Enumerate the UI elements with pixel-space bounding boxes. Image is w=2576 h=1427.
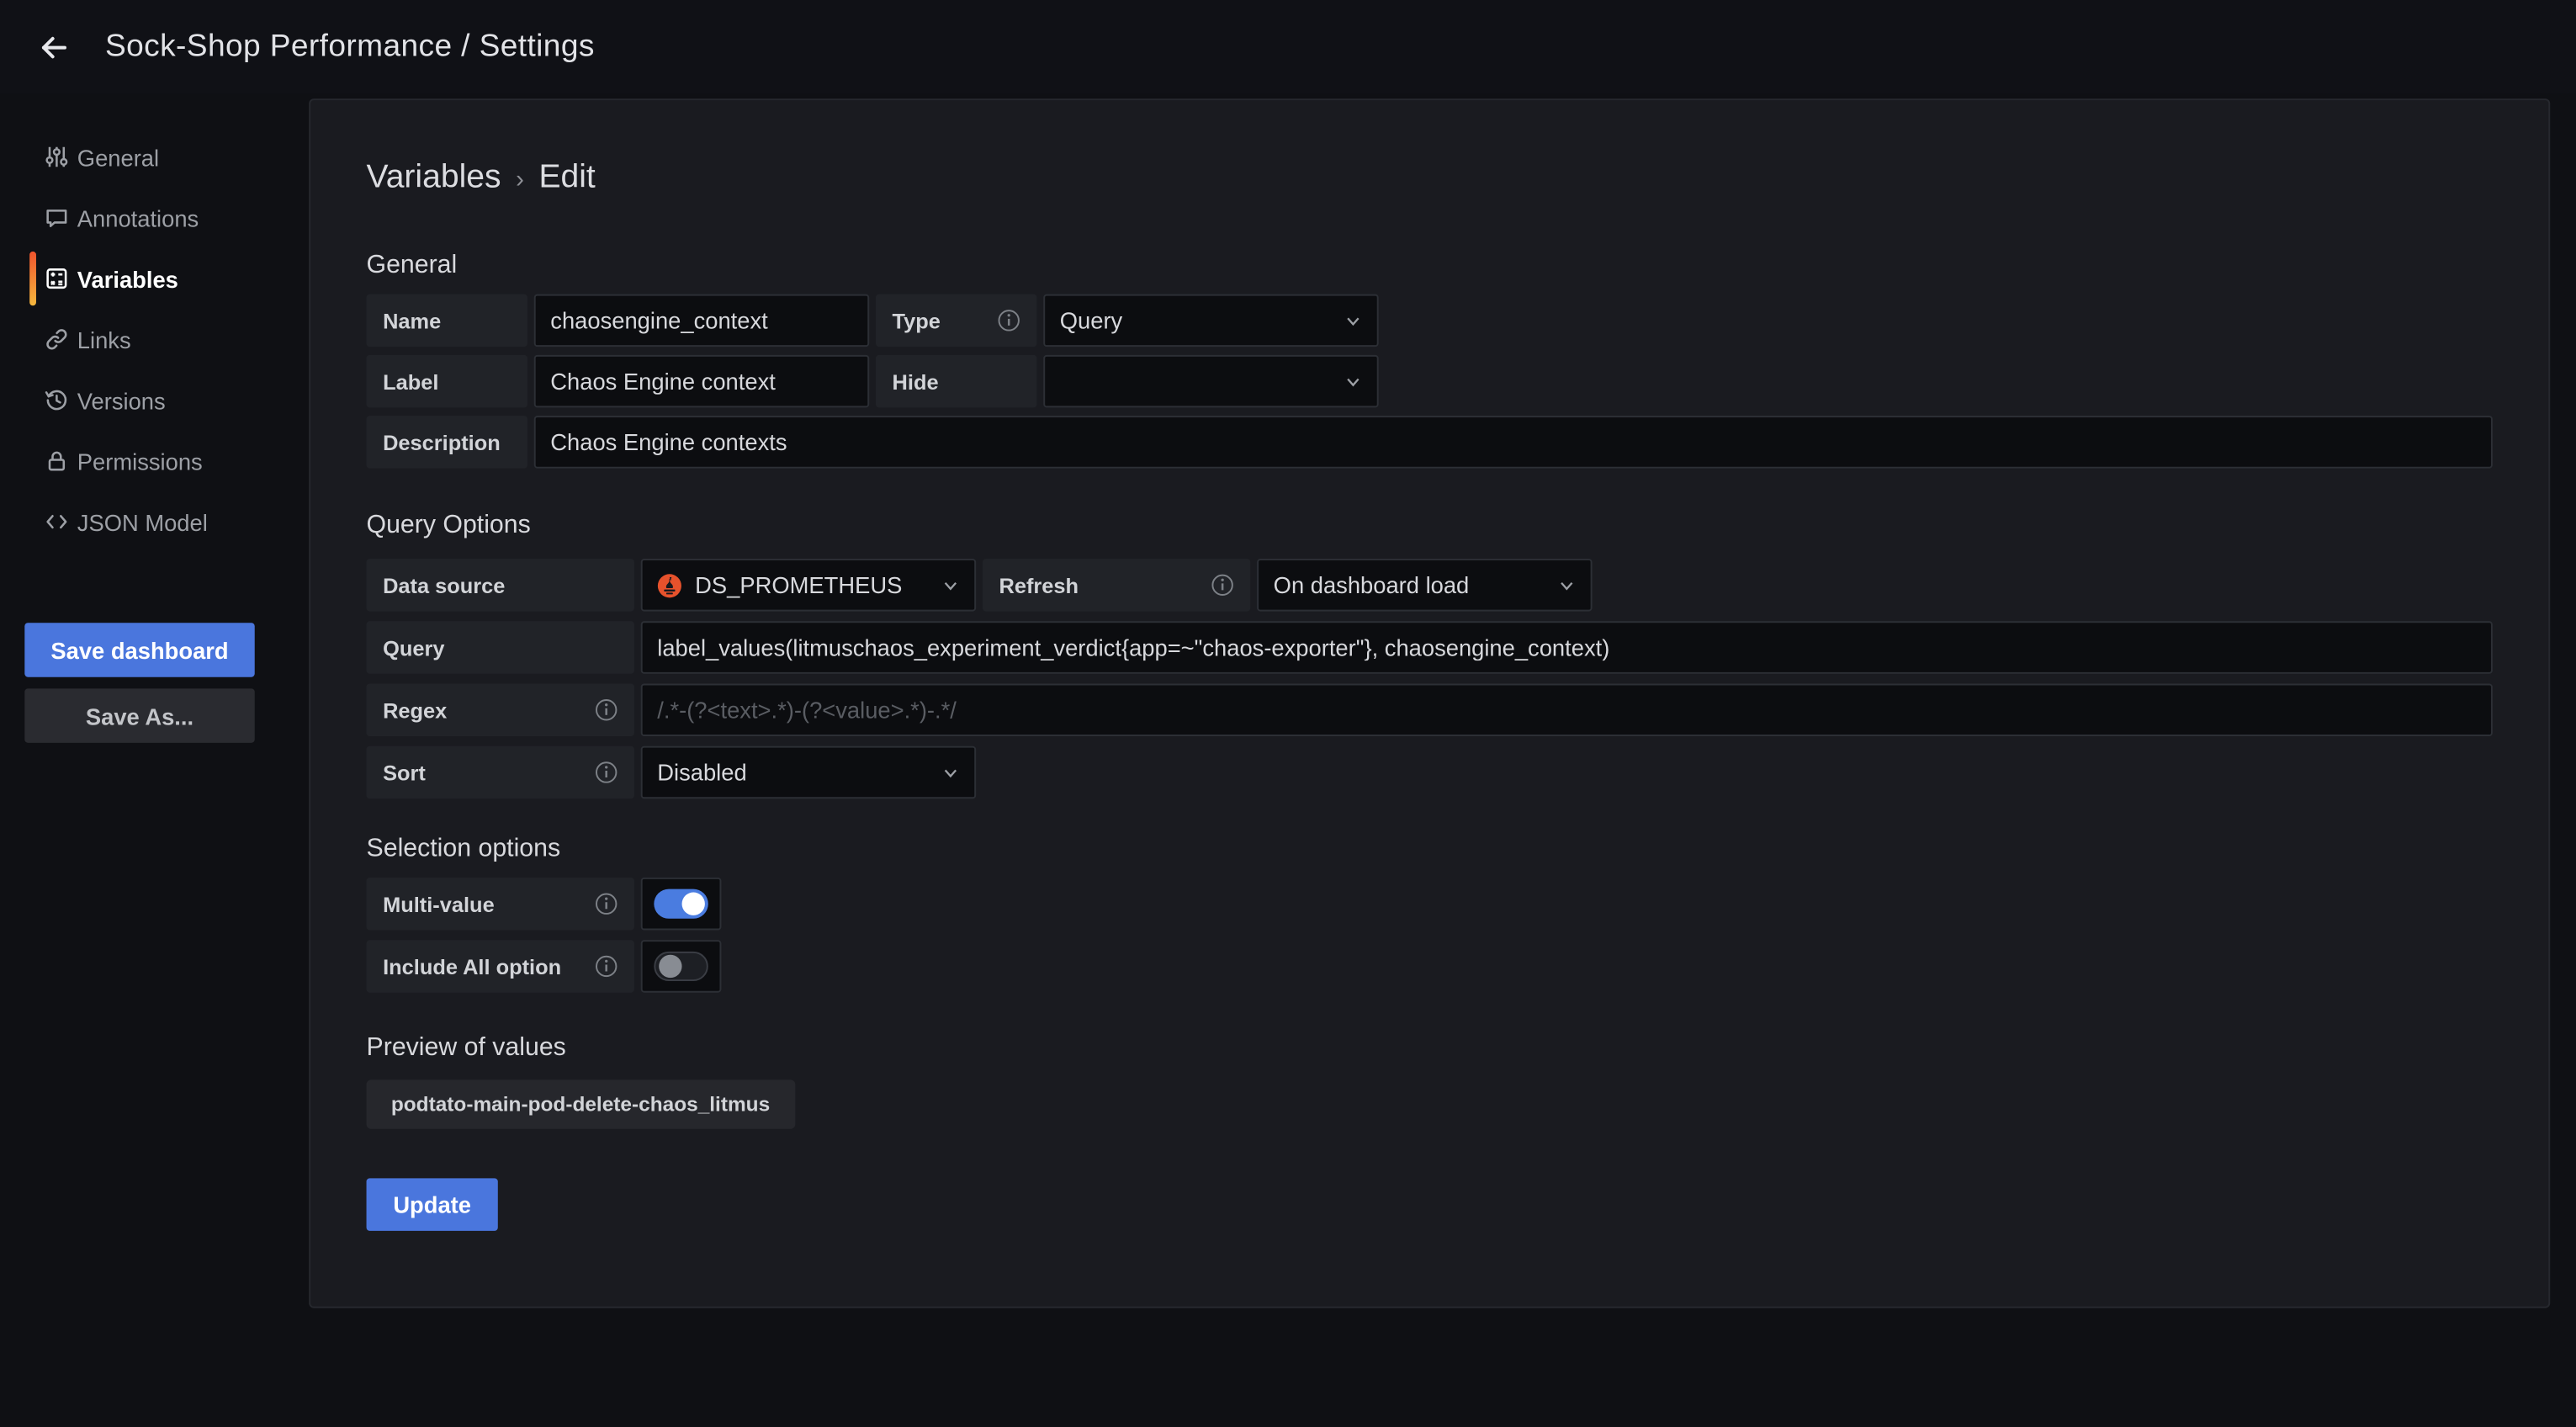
query-label: Query [367,621,634,674]
type-label: Type [876,294,1036,347]
toggle-switch [654,952,708,981]
sidebar-item-label: General [77,144,159,170]
grafana-settings-page: Sock-Shop Performance / Settings General… [0,0,2576,1427]
info-icon[interactable] [1201,574,1234,597]
selection-options-heading: Selection options [367,835,2493,864]
update-button[interactable]: Update [367,1178,498,1231]
prometheus-icon [657,573,681,597]
multi-value-label: Multi-value [367,878,634,931]
sidebar-item-links[interactable]: Links [0,309,309,369]
selection-options-form: Multi-value Include All option [367,878,2493,993]
sort-select[interactable]: Disabled [641,746,976,799]
calculator-icon [45,266,69,290]
sidebar-item-label: Permissions [77,448,203,474]
preview-heading: Preview of values [367,1034,2493,1064]
toggle-switch [654,889,708,919]
query-options-form: Data source DS_PROMETHEUS Refresh On das… [367,559,2493,798]
regex-label: Regex [367,684,634,737]
sidebar-item-label: JSON Model [77,508,208,534]
save-dashboard-button[interactable]: Save dashboard [24,623,254,676]
type-select[interactable]: Query [1043,294,1378,347]
hide-select[interactable] [1043,355,1378,408]
multi-value-toggle[interactable] [641,878,722,931]
info-icon[interactable] [988,309,1020,332]
sort-label: Sort [367,746,634,799]
sidebar-item-permissions[interactable]: Permissions [0,431,309,491]
chevron-down-icon [941,576,959,594]
preview-values: podtato-main-pod-delete-chaos_litmus [367,1080,2493,1129]
include-all-label: Include All option [367,940,634,993]
sidebar-item-json-model[interactable]: JSON Model [0,491,309,552]
sidebar-item-variables[interactable]: Variables [0,248,309,309]
datasource-select[interactable]: DS_PROMETHEUS [641,559,976,612]
sidebar-item-label: Versions [77,387,166,413]
sidebar-item-annotations[interactable]: Annotations [0,188,309,248]
name-input[interactable] [534,294,869,347]
breadcrumb-edit: Edit [538,159,595,197]
sidebar-item-versions[interactable]: Versions [0,369,309,430]
general-section-heading: General [367,252,2493,281]
dashboard-settings-title: Sock-Shop Performance / Settings [105,29,595,65]
lock-icon [45,448,69,473]
chevron-down-icon [941,763,959,781]
regex-input[interactable] [641,684,2493,737]
link-icon [45,327,69,352]
settings-sidebar: General Annotations Variables Links [0,93,309,1427]
code-icon [45,509,69,533]
include-all-toggle[interactable] [641,940,722,993]
info-icon[interactable] [585,698,617,721]
arrow-left-icon [36,29,72,65]
history-icon [45,388,69,412]
description-label: Description [367,416,527,469]
name-label: Name [367,294,527,347]
chevron-down-icon [1344,372,1362,390]
breadcrumb-variables[interactable]: Variables [367,159,501,197]
refresh-label: Refresh [983,559,1250,612]
breadcrumb-separator: › [516,162,524,194]
label-label: Label [367,355,527,408]
info-icon[interactable] [585,893,617,915]
save-as-button[interactable]: Save As... [24,688,254,742]
top-header: Sock-Shop Performance / Settings [0,0,2576,93]
description-input[interactable] [534,416,2493,469]
settings-nav: General Annotations Variables Links [0,93,309,552]
hide-label: Hide [876,355,1036,408]
label-input[interactable] [534,355,869,408]
chevron-down-icon [1558,576,1576,594]
info-icon[interactable] [585,955,617,978]
chevron-down-icon [1344,311,1362,329]
variables-edit-panel: Variables › Edit General Name Type Query… [309,98,2550,1308]
comment-icon [45,205,69,230]
sliders-icon [45,145,69,169]
query-options-heading: Query Options [367,511,2493,540]
sidebar-item-label: Variables [77,265,178,291]
preview-value-chip: podtato-main-pod-delete-chaos_litmus [367,1080,795,1129]
query-input[interactable] [641,621,2493,674]
breadcrumb: Variables › Edit [367,159,2493,197]
sidebar-item-label: Links [77,326,131,353]
datasource-label: Data source [367,559,634,612]
back-button[interactable] [21,14,87,80]
sidebar-item-label: Annotations [77,204,199,231]
refresh-select[interactable]: On dashboard load [1257,559,1592,612]
sidebar-item-general[interactable]: General [0,126,309,187]
info-icon[interactable] [585,761,617,783]
general-form: Name Type Query Label Hide [367,294,2493,469]
